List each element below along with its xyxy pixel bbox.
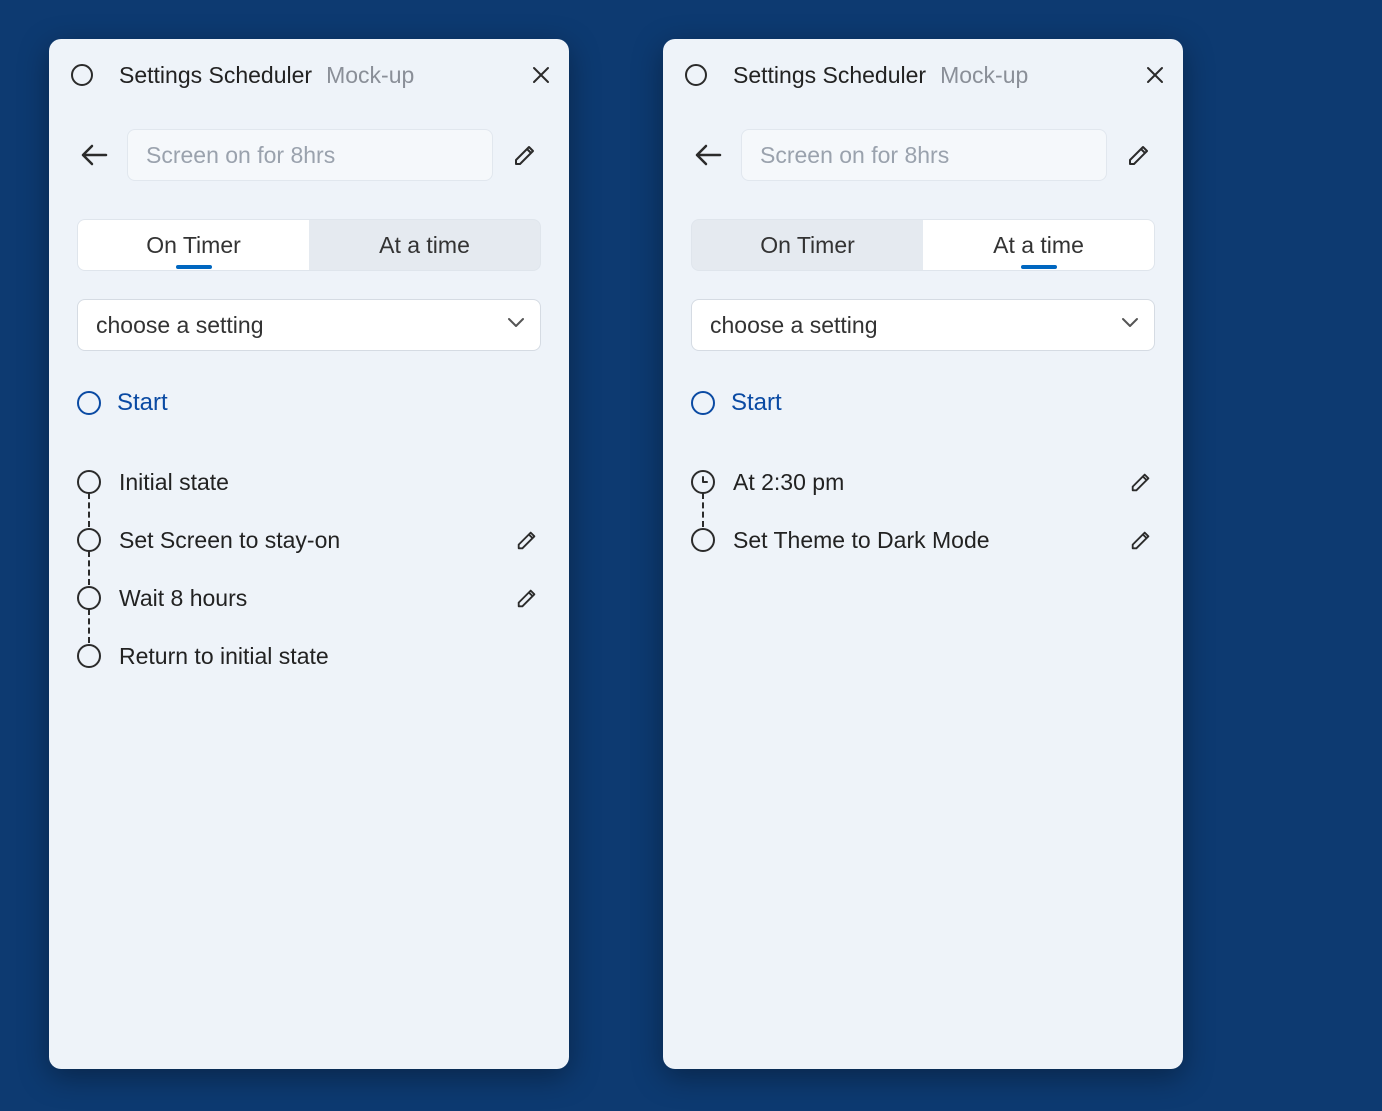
start-label: Start xyxy=(117,389,168,417)
edit-step-icon[interactable] xyxy=(513,528,541,552)
close-icon[interactable] xyxy=(1145,65,1165,85)
step-label: At 2:30 pm xyxy=(733,469,1127,496)
clock-icon xyxy=(691,470,715,494)
setting-select-label: choose a setting xyxy=(710,312,878,339)
circle-icon xyxy=(691,528,715,552)
tab-on-timer[interactable]: On Timer xyxy=(692,220,923,270)
start-circle-icon xyxy=(77,391,101,415)
routine-name-input[interactable] xyxy=(127,129,493,181)
setting-select[interactable]: choose a setting xyxy=(77,299,541,351)
scheduler-panel-at-a-time: Settings Scheduler Mock-up On Timer At a… xyxy=(663,39,1183,1069)
mode-tabs: On Timer At a time xyxy=(691,219,1155,271)
tab-at-a-time[interactable]: At a time xyxy=(309,220,540,270)
step-row: Set Screen to stay-on xyxy=(77,511,541,569)
step-label: Wait 8 hours xyxy=(119,585,513,612)
step-label: Return to initial state xyxy=(119,643,541,670)
tab-at-a-time-label: At a time xyxy=(379,232,470,259)
start-row[interactable]: Start xyxy=(691,389,1155,417)
edit-icon[interactable] xyxy=(509,142,541,168)
edit-step-icon[interactable] xyxy=(1127,470,1155,494)
mode-tabs: On Timer At a time xyxy=(77,219,541,271)
back-icon[interactable] xyxy=(77,143,111,167)
start-row[interactable]: Start xyxy=(77,389,541,417)
start-label: Start xyxy=(731,389,782,417)
app-title: Settings Scheduler xyxy=(733,62,926,89)
title-bar: Settings Scheduler Mock-up xyxy=(663,39,1183,111)
tab-on-timer-label: On Timer xyxy=(760,232,855,259)
title-bar: Settings Scheduler Mock-up xyxy=(49,39,569,111)
steps-list: At 2:30 pm Set Theme to Dark Mode xyxy=(691,453,1155,569)
app-icon xyxy=(685,64,707,86)
step-row: Wait 8 hours xyxy=(77,569,541,627)
step-label: Initial state xyxy=(119,469,541,496)
tab-at-a-time-label: At a time xyxy=(993,232,1084,259)
tab-on-timer-label: On Timer xyxy=(146,232,241,259)
app-subtitle: Mock-up xyxy=(940,62,1028,89)
circle-icon xyxy=(77,644,101,668)
step-row: Return to initial state xyxy=(77,627,541,685)
step-row: Set Theme to Dark Mode xyxy=(691,511,1155,569)
app-title: Settings Scheduler xyxy=(119,62,312,89)
close-icon[interactable] xyxy=(531,65,551,85)
step-row: At 2:30 pm xyxy=(691,453,1155,511)
back-icon[interactable] xyxy=(691,143,725,167)
edit-step-icon[interactable] xyxy=(1127,528,1155,552)
circle-icon xyxy=(77,470,101,494)
start-circle-icon xyxy=(691,391,715,415)
edit-icon[interactable] xyxy=(1123,142,1155,168)
setting-select-label: choose a setting xyxy=(96,312,264,339)
routine-name-input[interactable] xyxy=(741,129,1107,181)
circle-icon xyxy=(77,528,101,552)
step-label: Set Theme to Dark Mode xyxy=(733,527,1127,554)
steps-list: Initial state Set Screen to stay-on Wait… xyxy=(77,453,541,685)
setting-select[interactable]: choose a setting xyxy=(691,299,1155,351)
tab-at-a-time[interactable]: At a time xyxy=(923,220,1154,270)
step-row: Initial state xyxy=(77,453,541,511)
app-icon xyxy=(71,64,93,86)
tab-on-timer[interactable]: On Timer xyxy=(78,220,309,270)
app-subtitle: Mock-up xyxy=(326,62,414,89)
step-label: Set Screen to stay-on xyxy=(119,527,513,554)
scheduler-panel-on-timer: Settings Scheduler Mock-up On Timer At a… xyxy=(49,39,569,1069)
edit-step-icon[interactable] xyxy=(513,586,541,610)
circle-icon xyxy=(77,586,101,610)
